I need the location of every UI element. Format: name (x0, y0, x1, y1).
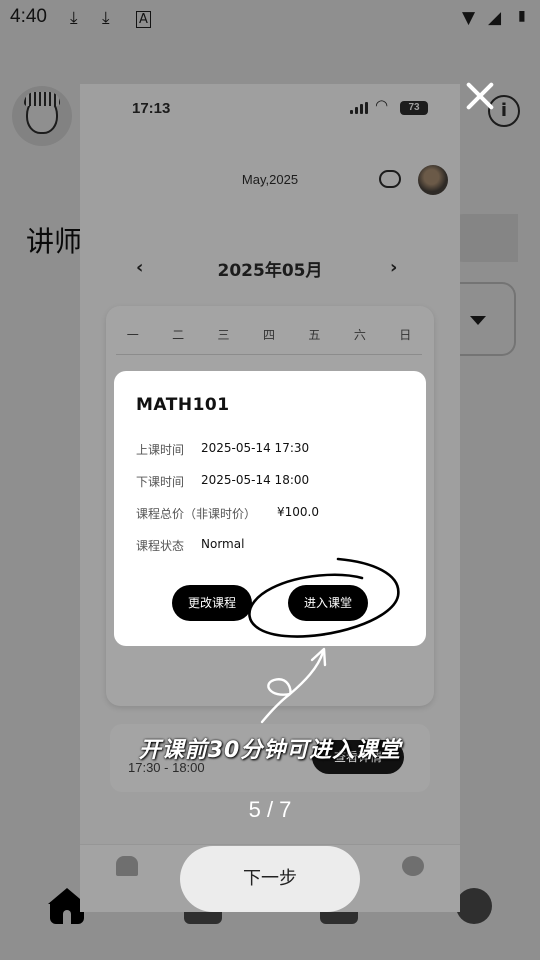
course-code: MATH101 (136, 395, 230, 415)
guide-hint-text: 开课前30分钟可进入课堂 (138, 738, 402, 763)
popup-row-status: 课程状态 Normal (136, 537, 244, 554)
weekday-label: 一 (126, 328, 139, 342)
row-label: 课程总价（非课时价） (136, 507, 257, 521)
phone-next-month-icon: › (390, 257, 398, 278)
phone-status-time: 17:13 (132, 100, 171, 117)
weekday-label: 五 (308, 328, 321, 342)
weekday-label: 三 (217, 328, 230, 342)
divider (116, 354, 422, 355)
weekday-label: 二 (172, 328, 185, 342)
popup-row-start: 上课时间 2025-05-14 17:30 (136, 441, 309, 458)
phone-signal-icon (350, 102, 370, 114)
row-label: 上课时间 (136, 443, 185, 457)
row-label: 下课时间 (136, 475, 185, 489)
row-value: Normal (201, 537, 245, 551)
phone-tab-profile-icon (402, 856, 424, 876)
course-popup: MATH101 上课时间 2025-05-14 17:30 下课时间 2025-… (114, 371, 426, 646)
row-label: 课程状态 (136, 539, 185, 553)
next-step-button[interactable]: 下一步 (180, 846, 360, 912)
phone-tab-home-icon (116, 856, 138, 876)
phone-chat-icon (379, 170, 401, 188)
popup-row-price: 课程总价（非课时价） ¥100.0 (136, 505, 319, 522)
weekday-label: 四 (262, 328, 275, 342)
row-value: ¥100.0 (277, 505, 319, 519)
phone-calendar-title: 2025年05月 (217, 261, 323, 281)
phone-battery-icon: 73 (400, 101, 428, 115)
phone-month-header: May,2025 (241, 172, 299, 187)
weekday-label: 六 (353, 328, 366, 342)
row-value: 2025-05-14 17:30 (201, 441, 310, 455)
phone-weekday-row: 一 二 三 四 五 六 日 (110, 326, 428, 346)
enter-classroom-button[interactable]: 进入课堂 (288, 585, 368, 621)
weekday-label: 日 (399, 328, 412, 342)
phone-avatar (418, 165, 448, 195)
phone-wifi-icon: ◠ (375, 96, 389, 114)
close-icon[interactable] (460, 76, 500, 116)
step-counter: 5 / 7 (248, 797, 292, 822)
row-value: 2025-05-14 18:00 (201, 473, 310, 487)
change-course-button[interactable]: 更改课程 (172, 585, 252, 621)
popup-row-end: 下课时间 2025-05-14 18:00 (136, 473, 309, 490)
